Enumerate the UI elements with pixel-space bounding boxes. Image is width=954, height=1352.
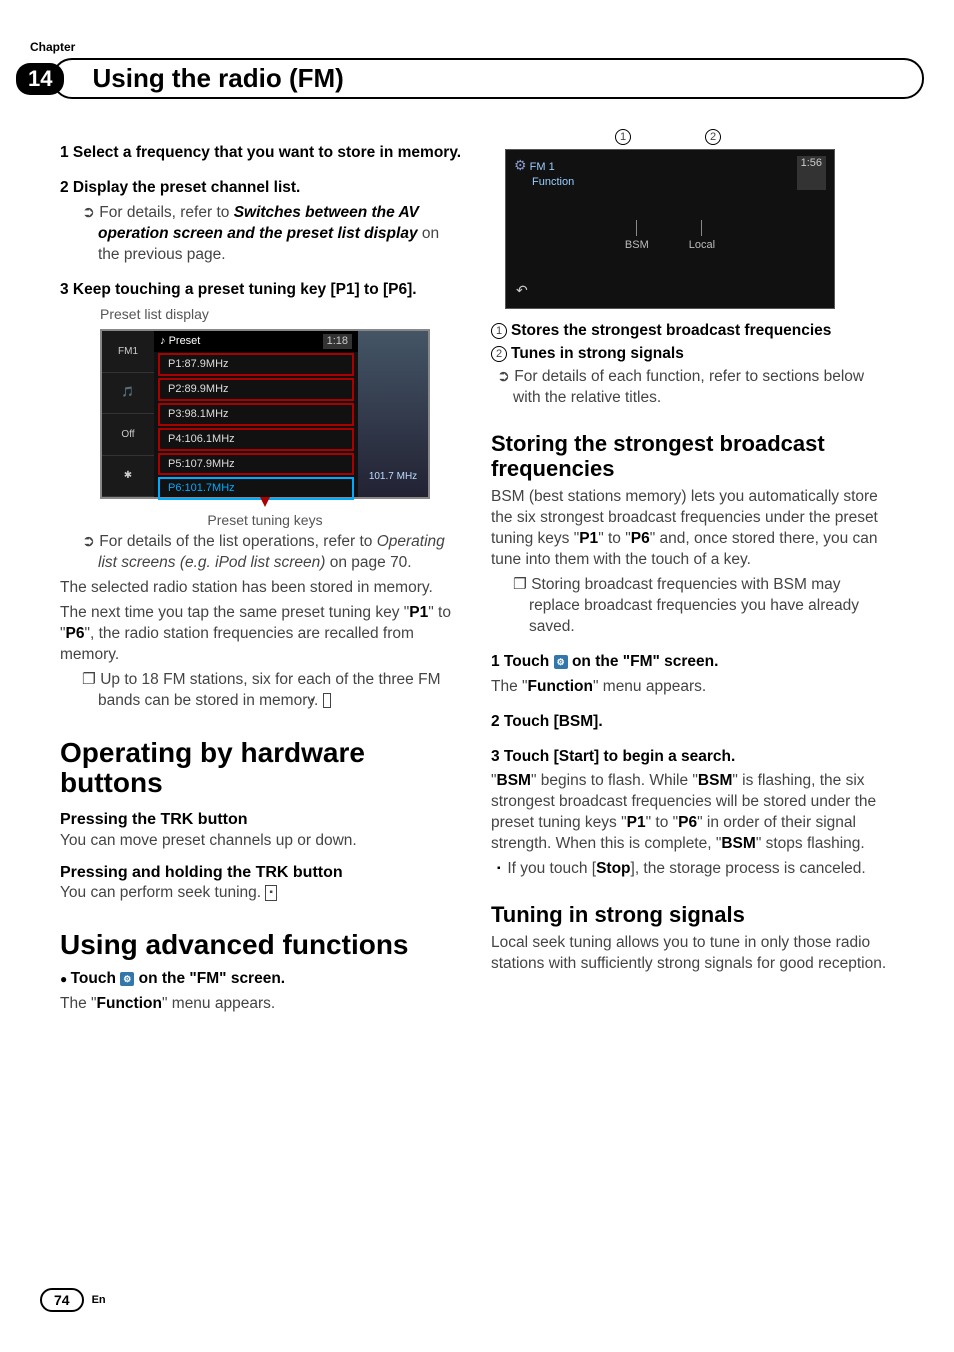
heading-tuning-strong: Tuning in strong signals (491, 902, 894, 927)
side-fm-label: FM1 (102, 331, 154, 373)
chapter-label: Chapter (30, 40, 894, 54)
note-18-stations: Up to 18 FM stations, six for each of th… (60, 670, 463, 712)
preset-header-label: ♪ Preset (160, 334, 200, 349)
preset-right-panel: 101.7 MHz (358, 331, 428, 497)
page-number: 74 (40, 1288, 84, 1312)
settings-icon: ⚙ (120, 972, 134, 986)
stored-line-2: The next time you tap the same preset tu… (60, 603, 463, 666)
local-button[interactable]: Local (689, 220, 715, 253)
fs-clock: 1:56 (797, 156, 826, 190)
heading-hold-trk: Pressing and holding the TRK button (60, 862, 463, 884)
bsm-paragraph: BSM (best stations memory) lets you auto… (491, 487, 894, 571)
callout-1: 1 (615, 129, 631, 145)
bsm-step-3-body: "BSM" begins to flash. While "BSM" is fl… (491, 771, 894, 855)
back-icon[interactable]: ↶ (516, 281, 528, 300)
heading-storing-strongest: Storing the strongest broadcast frequenc… (491, 431, 894, 482)
lang-label: En (92, 1294, 106, 1306)
preset-key-p5[interactable]: P5:107.9MHz (158, 453, 354, 476)
bsm-step-2: 2 Touch [BSM]. (491, 712, 894, 733)
stored-line-1: The selected radio station has been stor… (60, 578, 463, 599)
settings-icon: ⚙ (554, 655, 568, 669)
heading-press-trk: Pressing the TRK button (60, 809, 463, 831)
preset-key-p6[interactable]: P6:101.7MHz (158, 477, 354, 500)
step-3: 3 Keep touching a preset tuning key [P1]… (60, 280, 463, 301)
preset-key-p4[interactable]: P4:106.1MHz (158, 428, 354, 451)
adv-touch-step: Touch ⚙ on the "FM" screen. (60, 969, 463, 990)
left-column: 1 Select a frequency that you want to st… (60, 129, 463, 1019)
preset-key-p2[interactable]: P2:89.9MHz (158, 378, 354, 401)
bsm-button[interactable]: BSM (625, 220, 649, 253)
stop-icon: ▪ (323, 693, 331, 709)
arrow-down-icon (260, 497, 270, 507)
gear-icon: ⚙ (514, 157, 527, 173)
hold-trk-body: You can perform seek tuning. ▪ (60, 883, 463, 904)
chapter-header: 14 Using the radio (FM) (16, 58, 924, 99)
preset-key-p3[interactable]: P3:98.1MHz (158, 403, 354, 426)
bsm-step-3: 3 Touch [Start] to begin a search. (491, 747, 894, 768)
fs-function-label: Function (514, 176, 574, 188)
side-bt-icon: ✱ (102, 456, 154, 498)
step-2: 2 Display the preset channel list. (60, 178, 463, 199)
press-trk-body: You can move preset channels up or down. (60, 831, 463, 852)
preset-key-p1[interactable]: P1:87.9MHz (158, 353, 354, 376)
page-footer: 74 En (40, 1288, 106, 1312)
page-title: Using the radio (FM) (52, 58, 924, 99)
preset-caption-bottom: Preset tuning keys (100, 511, 430, 530)
bsm-note: Storing broadcast frequencies with BSM m… (491, 575, 894, 638)
preset-list-figure: FM1 🎵 Off ✱ ♪ Preset 1:18 P1:87.9MHz P2:… (100, 329, 430, 530)
preset-clock: 1:18 (323, 334, 352, 349)
callout-detail: For details of each function, refer to s… (491, 367, 894, 409)
fs-fm-label: FM 1 (530, 161, 555, 173)
adv-function-menu-line: The "Function" menu appears. (60, 994, 463, 1015)
side-icon: 🎵 (102, 373, 154, 415)
bsm-step-1-body: The "Function" menu appears. (491, 677, 894, 698)
chapter-number-badge: 14 (16, 63, 64, 95)
bsm-step-1: 1 Touch ⚙ on the "FM" screen. (491, 652, 894, 673)
callout-2: 2 (705, 129, 721, 145)
list-ops-ref: For details of the list operations, refe… (60, 532, 463, 574)
heading-advanced-functions: Using advanced functions (60, 930, 463, 961)
right-column: 1 2 ⚙ FM 1 Function 1:56 BSM Local ↶ (491, 129, 894, 1019)
side-off-label: Off (102, 414, 154, 456)
preset-caption-top: Preset list display (100, 305, 463, 324)
step-1: 1 Select a frequency that you want to st… (60, 143, 463, 164)
callout-item-1: 1 Stores the strongest broadcast frequen… (491, 321, 894, 342)
heading-operating-hardware: Operating by hardware buttons (60, 738, 463, 800)
function-screen-figure: 1 2 ⚙ FM 1 Function 1:56 BSM Local ↶ (505, 129, 835, 309)
step-2-detail: For details, refer to Switches between t… (60, 203, 463, 266)
bsm-stop-note: If you touch [Stop], the storage process… (491, 859, 894, 880)
stop-icon: ▪ (265, 885, 277, 901)
tuning-body: Local seek tuning allows you to tune in … (491, 933, 894, 975)
callout-item-2: 2 Tunes in strong signals (491, 344, 894, 365)
